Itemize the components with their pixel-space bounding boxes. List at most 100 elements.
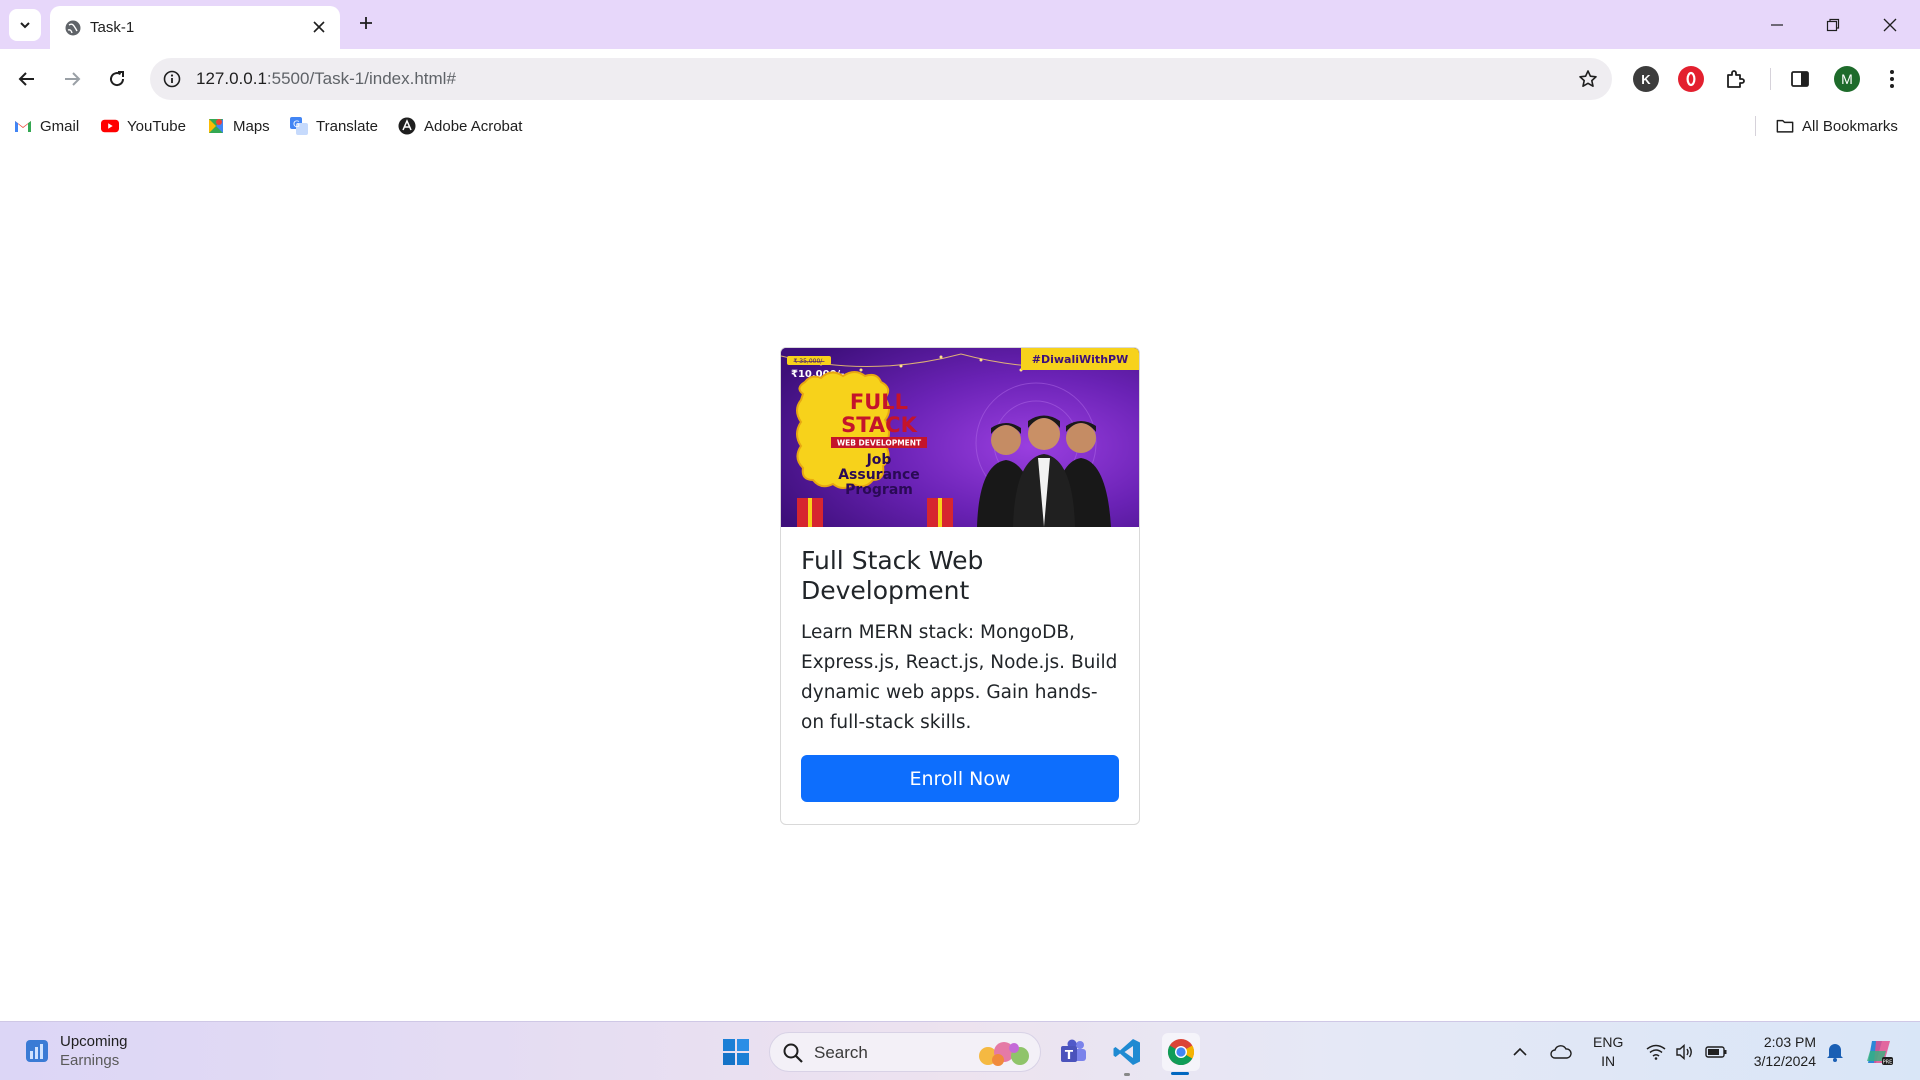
globe-icon (65, 20, 81, 36)
onedrive-button[interactable] (1548, 1022, 1574, 1080)
copilot-button[interactable]: PRE (1862, 1022, 1896, 1080)
url-path: :5500/Task-1/index.html# (266, 69, 456, 88)
address-bar[interactable]: 127.0.0.1:5500/Task-1/index.html# (150, 58, 1612, 100)
search-icon (783, 1043, 803, 1063)
start-button[interactable] (717, 1033, 755, 1071)
reload-icon (110, 71, 125, 87)
banner-line4: Assurance (838, 467, 920, 483)
card-description: Learn MERN stack: MongoDB, Express.js, R… (801, 622, 1118, 733)
chrome-icon (1167, 1039, 1195, 1066)
widgets-button[interactable]: Upcoming Earnings (24, 1032, 128, 1070)
arrow-left-icon (18, 72, 34, 86)
site-info-button[interactable] (160, 67, 184, 91)
svg-text:G: G (293, 120, 300, 130)
wifi-button[interactable] (1644, 1022, 1668, 1080)
taskbar-teams[interactable]: T (1054, 1033, 1092, 1071)
close-window-button[interactable] (1862, 0, 1918, 49)
teams-icon: T (1061, 1039, 1086, 1062)
opera-extension-icon[interactable] (1678, 66, 1704, 92)
close-icon (1883, 18, 1897, 31)
plus-icon (360, 17, 372, 29)
tab-active[interactable]: Task-1 (50, 6, 340, 49)
bookmark-youtube[interactable]: YouTube (101, 114, 186, 138)
vscode-open-indicator (1124, 1073, 1130, 1076)
opera-icon (1686, 71, 1696, 87)
folder-icon (1776, 117, 1794, 135)
stock-chart-icon (26, 1040, 48, 1062)
gmail-icon (14, 117, 32, 135)
tab-search-button[interactable] (9, 9, 41, 41)
chrome-active-indicator (1171, 1072, 1189, 1075)
restore-button[interactable] (1805, 0, 1861, 49)
svg-text:T: T (1065, 1048, 1074, 1062)
banner-line1: FULL (850, 390, 908, 414)
bell-icon (1827, 1043, 1843, 1062)
banner-line3: Job (866, 452, 892, 468)
show-hidden-icons-button[interactable] (1508, 1022, 1532, 1080)
forward-button[interactable] (55, 62, 89, 96)
taskbar-chrome[interactable] (1162, 1033, 1200, 1071)
notifications-button[interactable] (1824, 1022, 1846, 1080)
taskbar-vscode[interactable] (1108, 1033, 1146, 1071)
chevron-down-icon (20, 22, 30, 29)
minimize-icon (1771, 23, 1783, 26)
banner-ribbon: WEB DEVELOPMENT (837, 439, 922, 448)
card-title: Full Stack Web Development (801, 546, 984, 605)
extension-k-icon[interactable]: K (1633, 66, 1659, 92)
card-body: Full Stack Web Development Learn MERN st… (801, 546, 1119, 738)
url-host: 127.0.0.1 (196, 69, 267, 88)
close-icon (313, 21, 325, 33)
banner-old-price: ₹ 35,000/- (794, 358, 825, 365)
banner-line5: Program (845, 482, 913, 498)
acrobat-icon (398, 117, 416, 135)
bookmark-gmail[interactable]: Gmail (14, 114, 79, 138)
enroll-now-button[interactable]: Enroll Now (801, 755, 1119, 802)
profile-avatar[interactable]: M (1834, 66, 1860, 92)
speaker-icon (1676, 1043, 1692, 1060)
youtube-icon (101, 117, 119, 135)
side-panel-button[interactable] (1787, 66, 1813, 92)
url-text[interactable]: 127.0.0.1:5500/Task-1/index.html# (196, 69, 456, 89)
browser-toolbar: 127.0.0.1:5500/Task-1/index.html# K M (0, 49, 1920, 108)
vscode-icon (1113, 1039, 1140, 1065)
widget-text: Upcoming Earnings (60, 1033, 128, 1069)
all-bookmarks-button[interactable]: All Bookmarks (1776, 114, 1898, 138)
page-viewport: #DiwaliWithPW ₹ 35,000/- ₹10,000/- FULL … (0, 142, 1920, 1021)
search-highlight-icon (979, 1042, 1029, 1066)
svg-text:PRE: PRE (1883, 1059, 1893, 1065)
windows-logo-icon (723, 1039, 749, 1065)
course-card: #DiwaliWithPW ₹ 35,000/- ₹10,000/- FULL … (780, 347, 1140, 825)
back-button[interactable] (10, 62, 44, 96)
system-clock[interactable]: 2:03 PM 3/12/2024 (1746, 1033, 1816, 1071)
arrow-right-icon (65, 72, 81, 86)
copilot-icon: PRE (1867, 1040, 1893, 1065)
bookmark-star-button[interactable] (1576, 67, 1600, 91)
banner-hashtag: #DiwaliWithPW (1032, 353, 1128, 366)
side-panel-icon (1791, 71, 1809, 87)
extensions-button[interactable] (1722, 66, 1748, 92)
tab-strip: Task-1 (0, 0, 1920, 49)
battery-icon (1705, 1045, 1727, 1058)
bookmarks-divider (1755, 116, 1756, 136)
star-icon (1579, 70, 1597, 87)
bookmark-adobe-acrobat[interactable]: Adobe Acrobat (398, 114, 522, 138)
bookmark-translate[interactable]: G Translate (290, 114, 378, 138)
language-indicator[interactable]: ENG IN (1593, 1033, 1623, 1071)
reload-button[interactable] (100, 62, 134, 96)
windows-taskbar: Upcoming Earnings Search T ENG IN 2:03 P… (0, 1021, 1920, 1080)
battery-button[interactable] (1703, 1022, 1729, 1080)
volume-button[interactable] (1673, 1022, 1697, 1080)
toolbar-divider (1770, 68, 1771, 90)
restore-icon (1826, 18, 1840, 31)
chevron-up-icon (1513, 1047, 1527, 1056)
minimize-button[interactable] (1749, 0, 1805, 49)
translate-icon: G (290, 117, 308, 135)
banner-line2: STACK (841, 413, 917, 437)
course-banner-image: #DiwaliWithPW ₹ 35,000/- ₹10,000/- FULL … (781, 348, 1139, 527)
bookmark-maps[interactable]: Maps (207, 114, 270, 138)
taskbar-search[interactable]: Search (769, 1032, 1041, 1072)
tab-close-button[interactable] (308, 16, 330, 38)
bookmarks-bar: Gmail YouTube Maps G Translate Adobe Acr… (0, 108, 1920, 142)
new-tab-button[interactable] (352, 9, 380, 37)
menu-button[interactable] (1879, 66, 1905, 92)
